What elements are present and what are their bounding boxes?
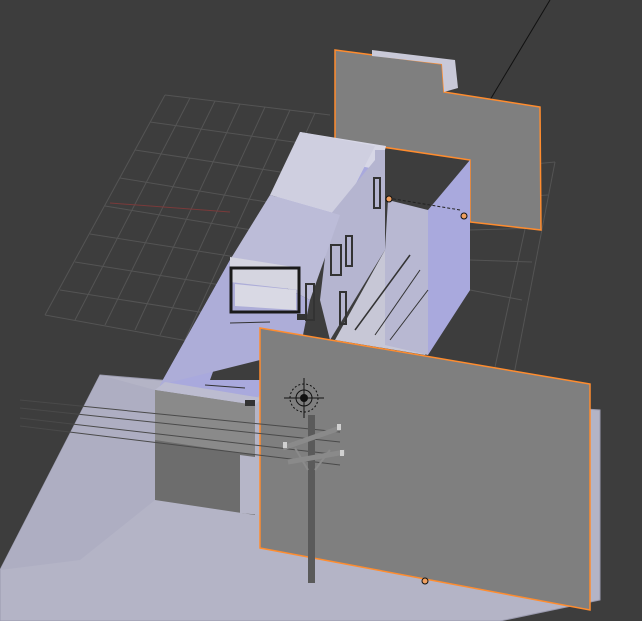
origin-point	[460, 212, 468, 220]
origin-point	[385, 195, 393, 203]
origin-point	[421, 577, 429, 585]
3d-viewport[interactable]	[0, 0, 642, 621]
